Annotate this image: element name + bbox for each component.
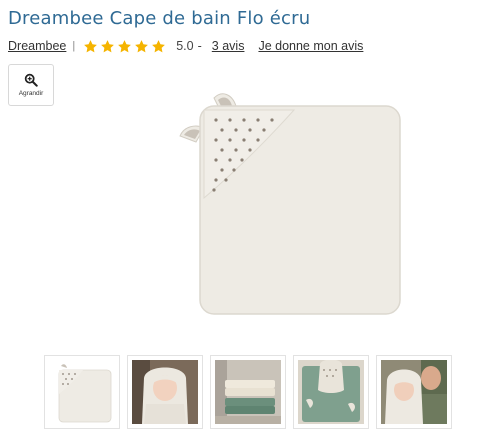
zoom-in-icon: [24, 73, 38, 87]
rating-stars: [83, 39, 168, 54]
thumbnail-strip: [44, 355, 454, 431]
product-title: Dreambee Cape de bain Flo écru: [8, 8, 311, 29]
thumbnail-baby-hood-image: [132, 360, 198, 424]
thumbnail-towel-stack-image: [215, 360, 281, 424]
thumbnail-4[interactable]: [293, 355, 369, 429]
star-icon: [118, 39, 132, 52]
star-icon: [101, 39, 115, 52]
star-icon: [84, 39, 98, 52]
thumbnail-2[interactable]: [127, 355, 203, 429]
thumbnail-parent-baby-image: [381, 360, 447, 424]
star-icon: [135, 39, 149, 52]
thumbnail-towel-image: [58, 364, 112, 423]
write-review-link[interactable]: Je donne mon avis: [258, 39, 363, 53]
thumbnail-green-towel-image: [298, 360, 364, 424]
separator: |: [72, 40, 76, 52]
brand-link[interactable]: Dreambee: [8, 39, 66, 53]
thumbnail-5[interactable]: [376, 355, 452, 429]
product-meta-row: Dreambee | 5.0 - 3 avis Je donne mon avi…: [8, 37, 363, 55]
rating-score: 5.0: [176, 39, 194, 53]
reviews-link[interactable]: 3 avis: [212, 39, 245, 53]
thumbnail-3[interactable]: [210, 355, 286, 429]
zoom-button[interactable]: Agrandir: [8, 64, 54, 106]
main-product-image[interactable]: [170, 86, 410, 326]
rating-dash: -: [197, 39, 202, 53]
thumbnail-1[interactable]: [44, 355, 120, 429]
star-icon: [152, 39, 166, 52]
zoom-label: Agrandir: [18, 90, 44, 97]
